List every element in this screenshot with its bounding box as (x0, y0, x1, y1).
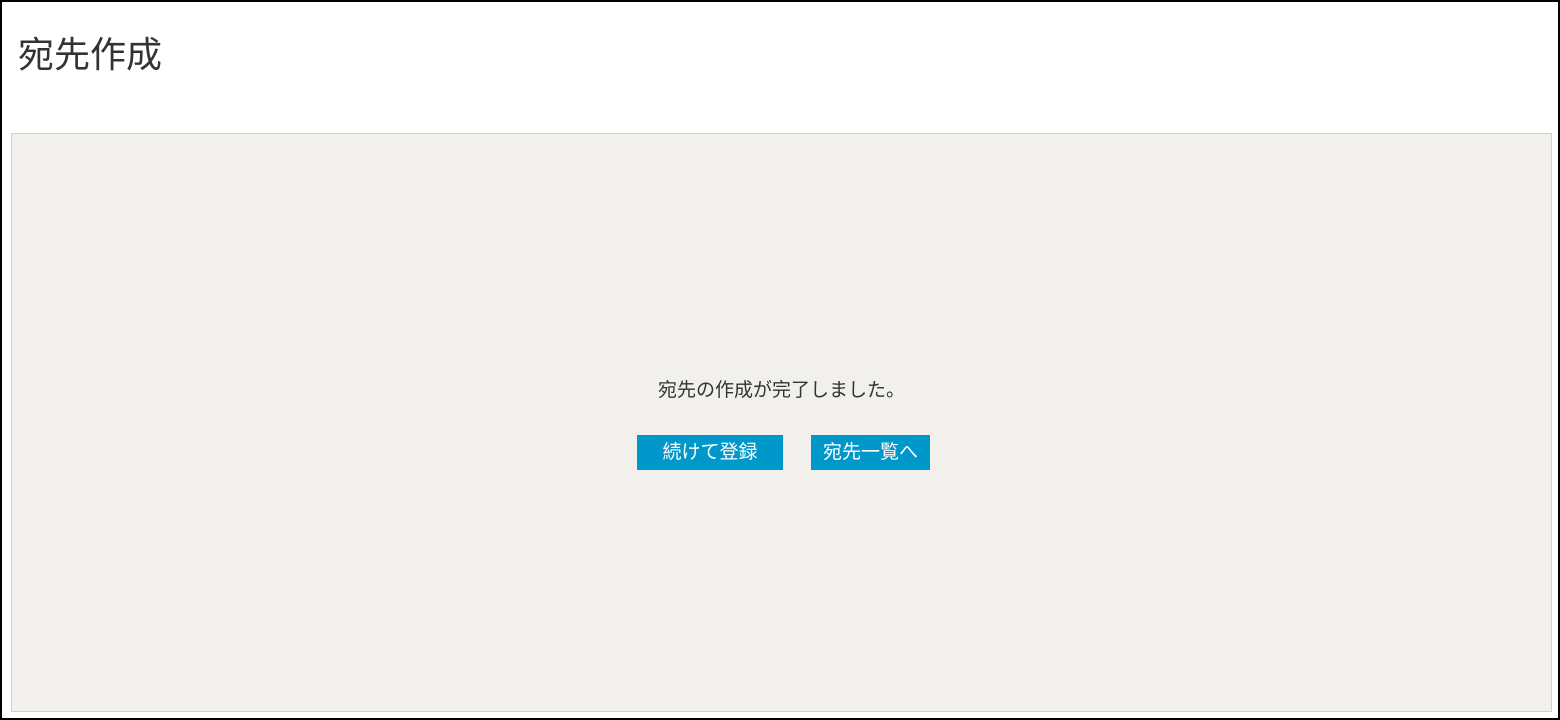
app-window: 宛先作成 宛先の作成が完了しました。 続けて登録 宛先一覧へ (0, 0, 1560, 720)
recipient-list-button[interactable]: 宛先一覧へ (811, 435, 930, 470)
completion-message: 宛先の作成が完了しました。 (657, 379, 905, 401)
page-title: 宛先作成 (18, 35, 163, 76)
action-buttons: 続けて登録 宛先一覧へ (12, 435, 1551, 470)
completion-panel: 宛先の作成が完了しました。 続けて登録 宛先一覧へ (11, 133, 1552, 712)
continue-register-button[interactable]: 続けて登録 (637, 435, 783, 470)
